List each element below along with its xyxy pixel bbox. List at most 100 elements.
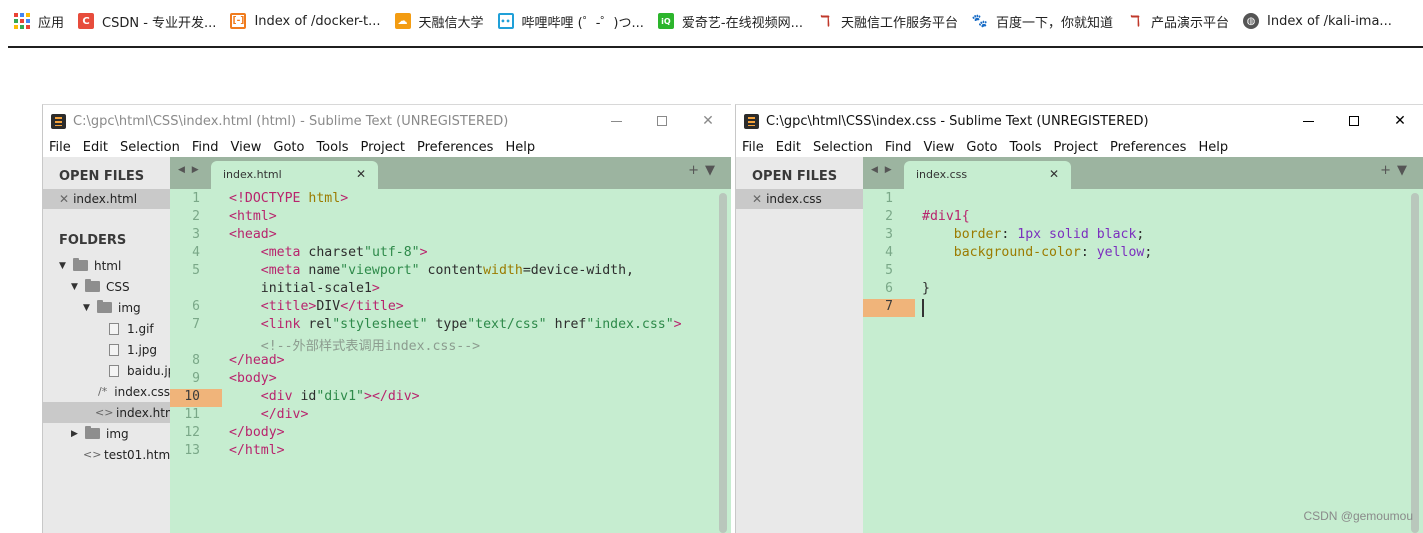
tree-file-1gif[interactable]: 1.gif [43, 318, 170, 339]
tab-index-css[interactable]: index.css ✕ [904, 161, 1071, 189]
code-line: </div> [260, 407, 309, 422]
open-files-title: OPEN FILES [752, 169, 838, 184]
bookmark-bilibili[interactable]: •• 哔哩哔哩 (゜-゜)つ... [497, 12, 644, 31]
line-number: 11 [184, 407, 200, 422]
window-title: C:\gpc\html\CSS\index.css - Sublime Text… [766, 113, 1149, 129]
bookmark-apps[interactable]: 应用 [14, 12, 64, 31]
image-file-icon [109, 343, 119, 356]
editor-pane[interactable]: ◀ ▶ index.html ✕ +▼ 1 2 3 4 5 6 7 8 9 10 11 12 13 <!… [170, 157, 731, 533]
tree-folder-html[interactable]: ▼ html [43, 255, 170, 276]
image-file-icon [109, 322, 119, 335]
menu-file[interactable]: File [742, 140, 764, 155]
code-line: initial-scale1> [229, 281, 380, 296]
menu-view[interactable]: View [924, 140, 955, 155]
maximize-button[interactable] [1331, 105, 1377, 137]
line-number: 6 [885, 281, 893, 296]
close-icon[interactable]: ✕ [59, 192, 69, 206]
tab-index-html[interactable]: index.html ✕ [211, 161, 378, 189]
minimize-button[interactable] [1285, 105, 1331, 137]
new-tab-and-menu-icon[interactable]: +▼ [688, 163, 721, 178]
menu-tools[interactable]: Tools [316, 140, 348, 155]
tree-file-indexcss[interactable]: /* index.css [43, 381, 170, 402]
bookmark-label: CSDN - 专业开发... [102, 15, 217, 31]
menu-bar: File Edit Selection Find View Goto Tools… [43, 137, 731, 157]
maximize-button[interactable] [639, 105, 685, 137]
code-line: </html> [229, 443, 285, 458]
code-line: #div1{ [922, 209, 970, 224]
close-icon[interactable]: ✕ [356, 167, 366, 181]
chevron-right-icon: ▶ [71, 428, 78, 439]
bookmark-label: Index of /kali-ima... [1267, 13, 1392, 29]
iqiyi-icon: iQ [657, 13, 674, 29]
watermark: CSDN @gemoumou [1303, 509, 1413, 523]
code-line: <!DOCTYPE html> [229, 191, 349, 206]
menu-help[interactable]: Help [505, 140, 535, 155]
line-number: 13 [184, 443, 200, 458]
open-file-item[interactable]: ✕ index.html [43, 189, 170, 209]
bookmark-baidu[interactable]: 🐾 百度一下，你就知道 [972, 12, 1113, 31]
tree-folder-css[interactable]: ▼ CSS [43, 276, 170, 297]
maximize-icon [657, 116, 667, 126]
tree-folder-img-collapsed[interactable]: ▶ img [43, 423, 170, 444]
tree-file-1jpg[interactable]: 1.jpg [43, 339, 170, 360]
menu-selection[interactable]: Selection [813, 140, 873, 155]
new-tab-and-menu-icon[interactable]: +▼ [1380, 163, 1413, 178]
tree-folder-img[interactable]: ▼ img [43, 297, 170, 318]
vertical-scrollbar[interactable] [719, 193, 727, 533]
menu-find[interactable]: Find [885, 140, 912, 155]
menu-preferences[interactable]: Preferences [1110, 140, 1186, 155]
close-button[interactable]: ✕ [1377, 105, 1423, 137]
bookmark-kali-index[interactable]: ◍ Index of /kali-ima... [1243, 13, 1392, 29]
tree-label: baidu.jpg [127, 363, 170, 378]
docker-bookmark-icon: [-] [230, 13, 247, 29]
menu-view[interactable]: View [231, 140, 262, 155]
menu-project[interactable]: Project [360, 140, 404, 155]
menu-goto[interactable]: Goto [273, 140, 304, 155]
tab-nav-arrows-icon[interactable]: ◀ ▶ [871, 165, 894, 175]
bookmark-label: 天融信大学 [418, 15, 484, 31]
menu-edit[interactable]: Edit [83, 140, 108, 155]
menu-selection[interactable]: Selection [120, 140, 180, 155]
bookmark-docker-index[interactable]: [-] Index of /docker-t... [230, 13, 381, 29]
close-icon: ✕ [702, 113, 714, 129]
bookmark-topsec-university[interactable]: ☁ 天融信大学 [394, 12, 484, 31]
close-icon[interactable]: ✕ [752, 192, 762, 206]
bookmark-iqiyi[interactable]: iQ 爱奇艺-在线视频网... [657, 12, 803, 31]
bilibili-icon: •• [497, 13, 514, 29]
menu-project[interactable]: Project [1053, 140, 1097, 155]
close-button[interactable]: ✕ [685, 105, 731, 137]
line-number: 10 [170, 389, 222, 407]
menu-tools[interactable]: Tools [1009, 140, 1041, 155]
bookmarks-bar: 应用 C CSDN - 专业开发... [-] Index of /docker… [0, 0, 1423, 42]
menu-file[interactable]: File [49, 140, 71, 155]
tab-label: index.css [916, 168, 968, 181]
bookmark-csdn[interactable]: C CSDN - 专业开发... [78, 12, 216, 31]
menu-goto[interactable]: Goto [966, 140, 997, 155]
minimize-icon [610, 120, 622, 122]
tree-file-baidujpg[interactable]: baidu.jpg [43, 360, 170, 381]
line-number: 1 [885, 191, 893, 206]
open-file-item[interactable]: ✕ index.css [736, 189, 863, 209]
menu-find[interactable]: Find [192, 140, 219, 155]
bookmark-demo-platform[interactable]: ℸ 产品演示平台 [1127, 12, 1229, 31]
tab-nav-arrows-icon[interactable]: ◀ ▶ [178, 165, 201, 175]
menu-help[interactable]: Help [1198, 140, 1228, 155]
close-icon[interactable]: ✕ [1049, 167, 1059, 181]
line-number: 9 [192, 371, 200, 386]
vertical-scrollbar[interactable] [1411, 193, 1419, 533]
menu-preferences[interactable]: Preferences [417, 140, 493, 155]
baidu-icon: 🐾 [971, 13, 989, 29]
minimize-button[interactable] [593, 105, 639, 137]
menu-edit[interactable]: Edit [776, 140, 801, 155]
folder-icon [97, 300, 112, 313]
bookmark-topsec-platform[interactable]: ℸ 天融信工作服务平台 [817, 12, 958, 31]
tree-label: test01.html [104, 447, 170, 462]
tree-file-indexhtml[interactable]: <>index.html [43, 402, 170, 423]
editor-pane[interactable]: ◀ ▶ index.css ✕ +▼ 1 2 3 4 5 6 7 #div1{ border… [863, 157, 1423, 533]
cloud-icon: ☁ [394, 13, 411, 29]
bookmark-label: 天融信工作服务平台 [841, 15, 959, 31]
code-line: border: 1px solid black; [953, 227, 1145, 242]
line-number: 12 [184, 425, 200, 440]
tree-file-test01[interactable]: <> test01.html [43, 444, 170, 465]
line-number: 3 [885, 227, 893, 242]
